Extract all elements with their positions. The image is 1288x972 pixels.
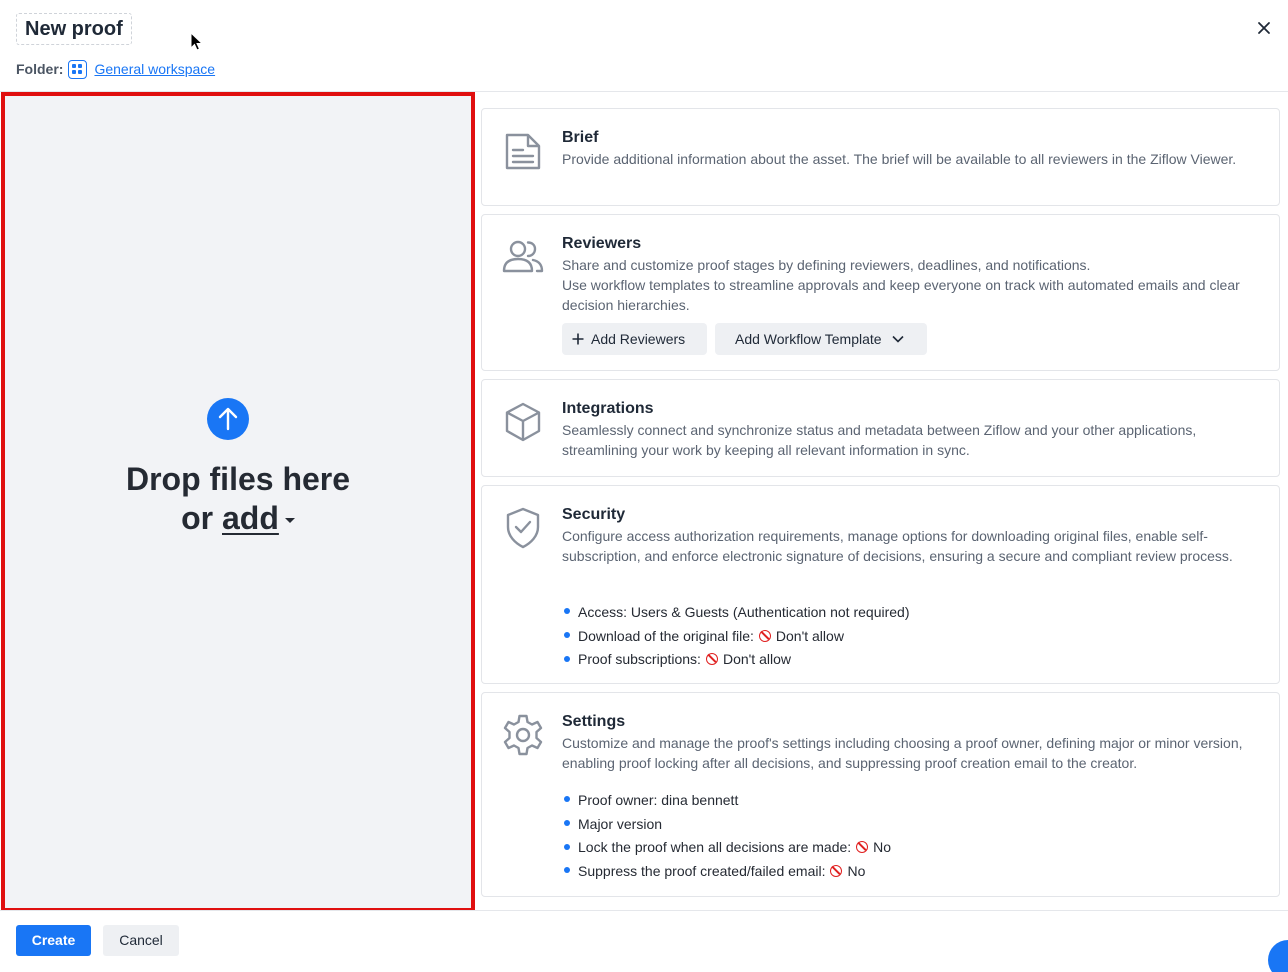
cube-icon: [505, 402, 541, 442]
security-title: Security: [562, 506, 626, 523]
no-entry-icon: [830, 865, 843, 878]
drop-files-text: Drop files here: [125, 461, 351, 497]
security-subscriptions-label: Proof subscriptions:: [578, 651, 701, 668]
drop-add-line: or add: [5, 498, 471, 538]
settings-card[interactable]: Settings Customize and manage the proof'…: [481, 692, 1280, 897]
security-access-text: Access: Users & Guests (Authentication n…: [578, 603, 910, 620]
create-button[interactable]: Create: [16, 925, 91, 956]
settings-lock-item: Lock the proof when all decisions are ma…: [562, 836, 891, 860]
chevron-down-icon: [891, 335, 904, 343]
dialog-header: New proof Folder: General workspace: [0, 0, 1288, 92]
security-download-label: Download of the original file:: [578, 627, 754, 644]
security-subscriptions-value: Don't allow: [722, 651, 791, 668]
settings-lock-value: No: [873, 839, 892, 856]
brief-title: Brief: [562, 129, 599, 146]
cancel-button[interactable]: Cancel: [103, 925, 179, 956]
integrations-description: Seamlessly connect and synchronize statu…: [562, 422, 1197, 458]
add-reviewers-button[interactable]: Add Reviewers: [562, 323, 707, 355]
security-subscriptions-item: Proof subscriptions: Don't allow: [562, 648, 909, 672]
add-reviewers-label: Add Reviewers: [591, 331, 686, 347]
integrations-card[interactable]: Integrations Seamlessly connect and sync…: [481, 379, 1280, 477]
security-list: Access: Users & Guests (Authentication n…: [562, 600, 909, 671]
settings-suppress-item: Suppress the proof created/failed email:…: [562, 859, 891, 883]
users-icon: [502, 240, 544, 273]
folder-label: Folder:: [16, 61, 64, 77]
folder-icon: [68, 59, 88, 79]
integrations-title: Integrations: [562, 400, 654, 417]
dialog-footer: Create Cancel: [0, 910, 1288, 972]
settings-owner-text: Proof owner: dina bennett: [578, 791, 739, 808]
security-access-item: Access: Users & Guests (Authentication n…: [562, 600, 909, 624]
reviewers-card: Reviewers Share and customize proof stag…: [481, 214, 1280, 371]
settings-suppress-value: No: [847, 863, 866, 880]
add-files-link[interactable]: add: [222, 500, 279, 536]
settings-suppress-label: Suppress the proof created/failed email:: [578, 863, 826, 880]
security-description: Configure access authorization requireme…: [562, 528, 1233, 564]
no-entry-icon: [856, 841, 869, 854]
settings-lock-label: Lock the proof when all decisions are ma…: [578, 839, 852, 856]
no-entry-icon: [705, 653, 718, 666]
document-icon: [505, 133, 541, 170]
brief-card[interactable]: Brief Provide additional information abo…: [481, 108, 1280, 206]
reviewers-description-2: Use workflow templates to streamline app…: [562, 277, 1240, 313]
settings-description: Customize and manage the proof's setting…: [562, 735, 1243, 771]
add-workflow-label: Add Workflow Template: [735, 331, 882, 347]
brief-description: Provide additional information about the…: [562, 151, 1237, 167]
folder-row: Folder: General workspace: [16, 59, 215, 79]
plus-icon: [572, 333, 584, 345]
close-icon[interactable]: [1252, 16, 1276, 40]
add-workflow-template-button[interactable]: Add Workflow Template: [715, 323, 927, 355]
shield-check-icon: [506, 507, 540, 549]
mouse-cursor-icon: [190, 32, 204, 51]
caret-down-icon[interactable]: [284, 518, 295, 524]
gear-icon: [503, 714, 543, 756]
settings-version-item: Major version: [562, 812, 891, 836]
settings-owner-item: Proof owner: dina bennett: [562, 788, 891, 812]
reviewers-description-1: Share and customize proof stages by defi…: [562, 257, 1091, 273]
drop-or-text: or: [181, 500, 222, 536]
folder-link[interactable]: General workspace: [94, 61, 215, 77]
security-card[interactable]: Security Configure access authorization …: [481, 485, 1280, 684]
proof-title[interactable]: New proof: [16, 13, 132, 45]
file-dropzone[interactable]: Drop files here or add: [1, 92, 475, 912]
settings-title: Settings: [562, 713, 626, 730]
settings-version-text: Major version: [578, 815, 663, 832]
security-download-value: Don't allow: [775, 627, 844, 644]
settings-list: Proof owner: dina bennett Major version …: [562, 788, 891, 883]
security-download-item: Download of the original file: Don't allo…: [562, 624, 909, 648]
reviewers-title: Reviewers: [562, 235, 642, 252]
no-entry-icon: [758, 629, 771, 642]
upload-arrow-icon[interactable]: [207, 398, 249, 440]
